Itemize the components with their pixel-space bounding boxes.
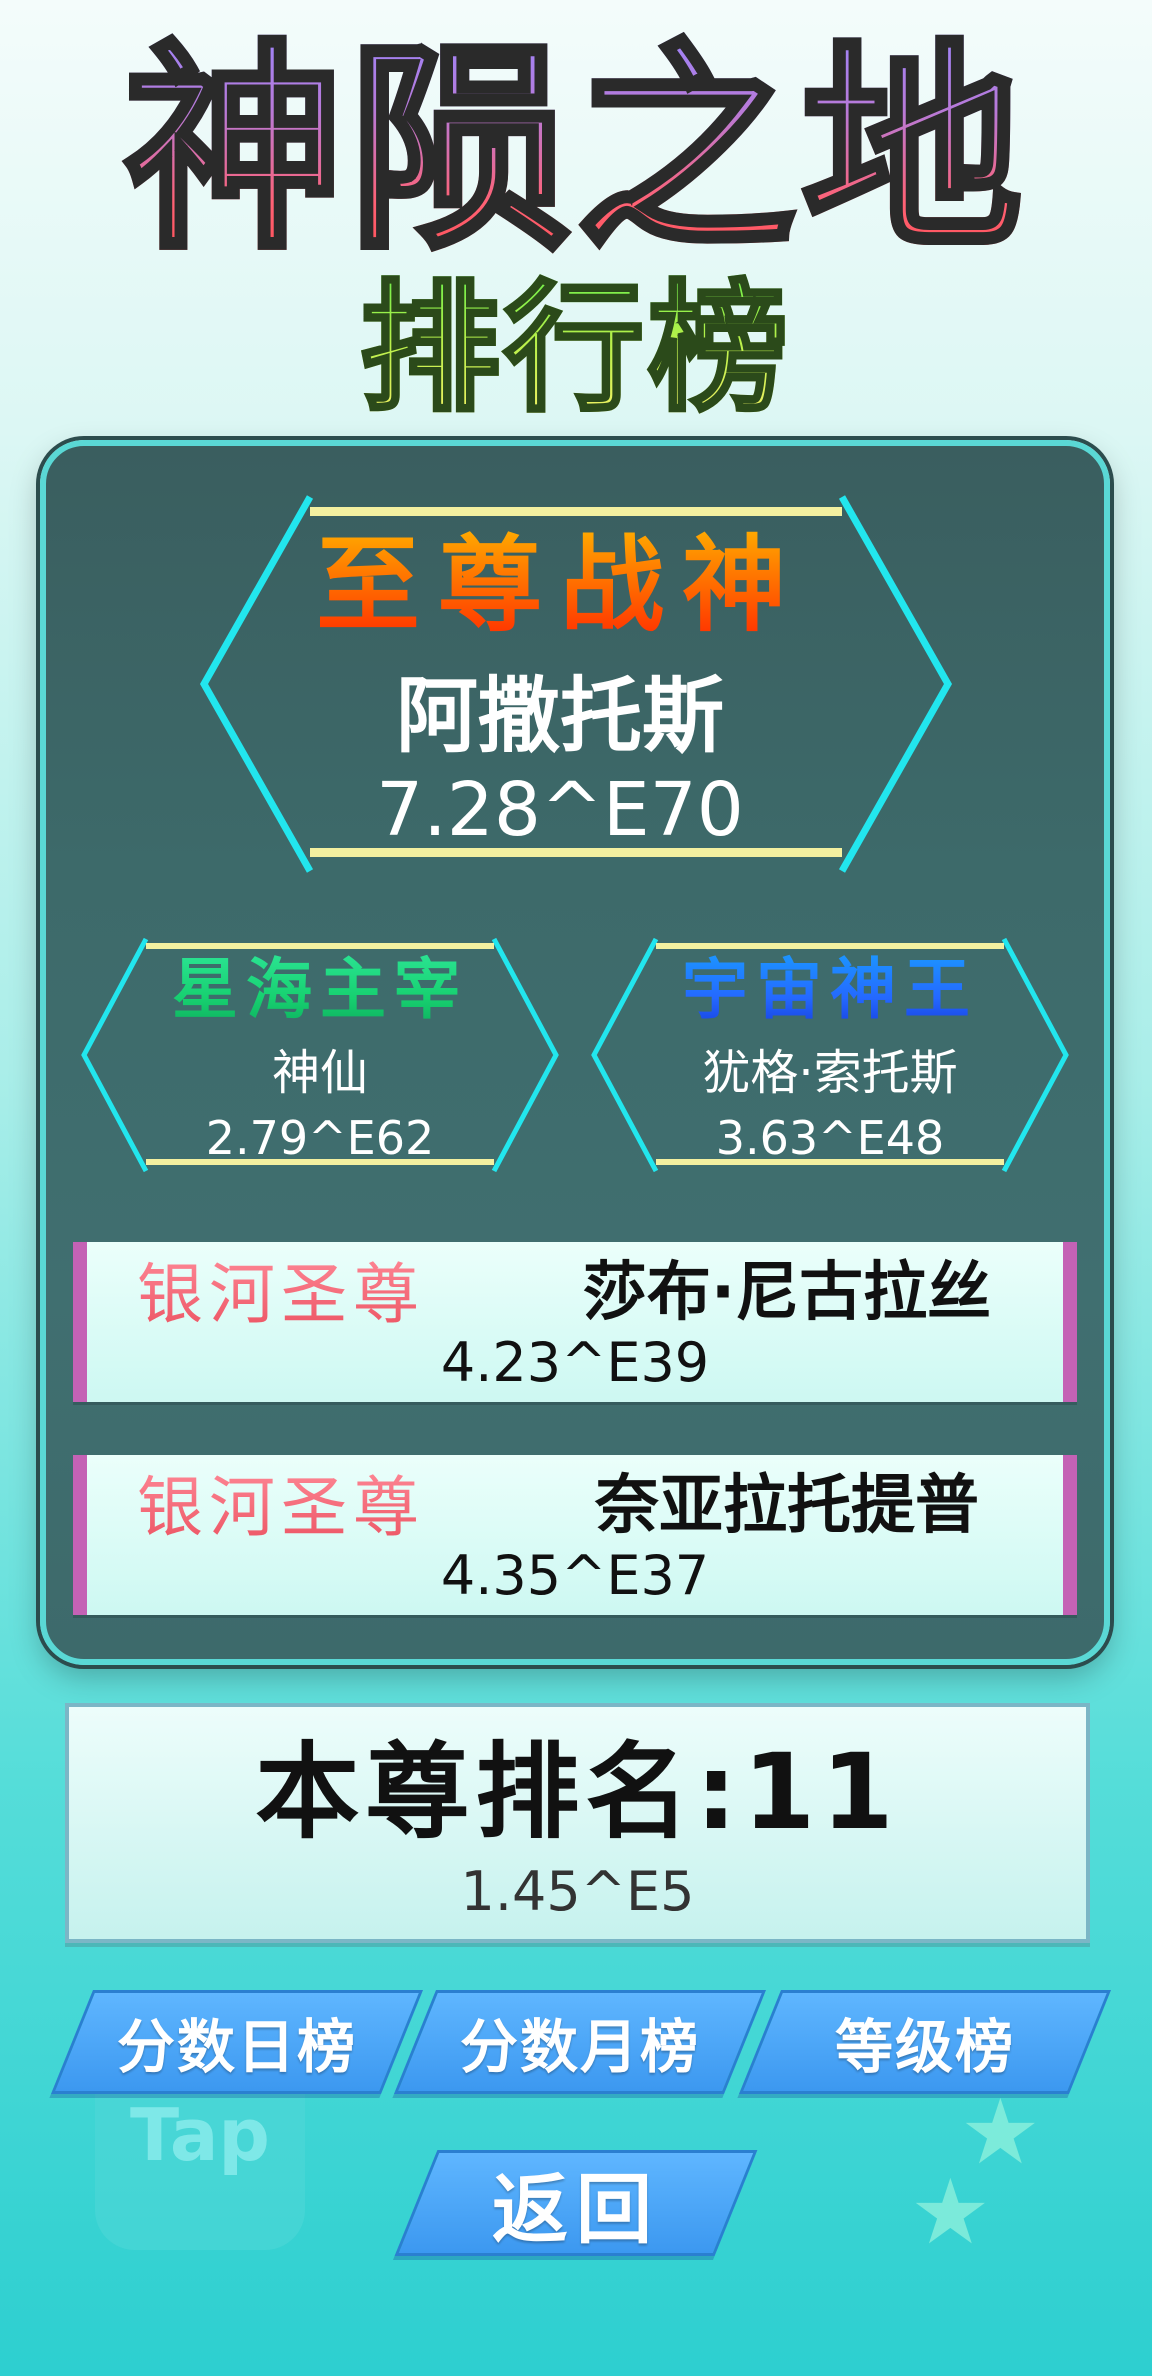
third-place-score: 3.63^E48: [715, 1111, 945, 1165]
leaderboard-row: 银河圣尊 莎布·尼古拉丝 4.23^E39: [73, 1242, 1077, 1402]
level-board-label: 等级榜: [834, 2013, 1015, 2081]
third-place-rank-title: 宇宙神王: [640, 943, 1020, 1035]
row-player-name: 奈亚拉托提普: [595, 1469, 979, 1543]
first-place-player-name: 阿撒托斯: [395, 669, 724, 764]
daily-score-board-label: 分数日榜: [116, 2013, 357, 2081]
first-place-score: 7.28^E70: [376, 767, 744, 853]
row-score: 4.23^E39: [440, 1331, 710, 1394]
monthly-score-board-label: 分数月榜: [459, 2013, 700, 2081]
daily-score-board-button[interactable]: 分数日榜: [50, 1990, 424, 2094]
second-place-score: 2.79^E62: [205, 1111, 435, 1165]
leaderboard-row: 银河圣尊 奈亚拉托提普 4.35^E37: [73, 1455, 1077, 1615]
my-rank-card: 本尊排名:11 1.45^E5: [65, 1703, 1090, 1943]
my-score: 1.45^E5: [460, 1860, 695, 1923]
second-place-rank-title: 星海主宰: [130, 943, 510, 1035]
my-rank-label: 本尊排名:11: [255, 1731, 900, 1853]
level-board-button[interactable]: 等级榜: [738, 1990, 1112, 2094]
monthly-score-board-button[interactable]: 分数月榜: [393, 1990, 767, 2094]
row-rank-title: 银河圣尊: [137, 1463, 467, 1553]
back-button-label: 返回: [492, 2165, 660, 2254]
third-place-player-name: 犹格·索托斯: [702, 1045, 958, 1101]
star-icon: ★: [910, 2160, 991, 2265]
back-button[interactable]: 返回: [394, 2150, 758, 2256]
row-rank-title: 银河圣尊: [137, 1250, 467, 1340]
page-title: 排行榜: [0, 265, 1152, 435]
row-score: 4.35^E37: [440, 1544, 710, 1607]
first-place-rank-title: 至尊战神: [200, 520, 920, 650]
second-place-player-name: 神仙: [271, 1045, 368, 1101]
row-player-name: 莎布·尼古拉丝: [582, 1256, 992, 1330]
game-title: 神陨之地: [0, 19, 1152, 281]
